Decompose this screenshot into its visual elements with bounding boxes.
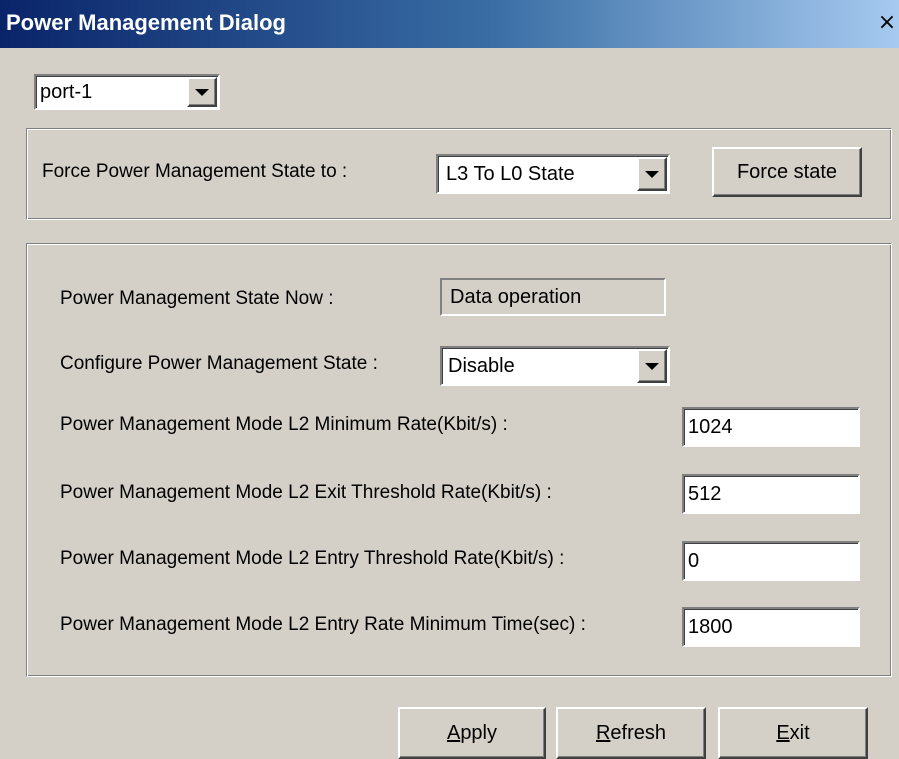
port-select[interactable]: port-1 bbox=[34, 74, 220, 110]
close-icon[interactable]: × bbox=[875, 10, 899, 36]
configure-state-select[interactable]: Disable bbox=[440, 346, 670, 386]
chevron-down-icon[interactable] bbox=[187, 77, 217, 107]
refresh-button[interactable]: Refresh bbox=[556, 707, 706, 759]
exit-label: xit bbox=[789, 721, 810, 744]
exit-accel: E bbox=[776, 721, 790, 744]
entry-threshold-label: Power Management Mode L2 Entry Threshold… bbox=[60, 548, 565, 569]
exit-button[interactable]: Exit bbox=[718, 707, 868, 759]
chevron-down-icon[interactable] bbox=[637, 157, 667, 191]
force-state-button[interactable]: Force state bbox=[712, 147, 862, 197]
entry-min-time-input[interactable]: 1800 bbox=[682, 607, 860, 647]
apply-accel: A bbox=[446, 721, 461, 744]
apply-label: pply bbox=[460, 721, 498, 744]
title-bar: Power Management Dialog bbox=[0, 0, 899, 48]
apply-button[interactable]: Apply bbox=[398, 707, 546, 759]
state-now-field: Data operation bbox=[440, 278, 666, 316]
chevron-down-icon[interactable] bbox=[637, 349, 667, 383]
refresh-accel: R bbox=[595, 721, 611, 744]
state-now-label: Power Management State Now : bbox=[60, 288, 334, 309]
force-state-label: Force Power Management State to : bbox=[42, 161, 348, 182]
entry-threshold-input[interactable]: 0 bbox=[682, 541, 860, 581]
refresh-label: efresh bbox=[610, 721, 667, 744]
port-select-value: port-1 bbox=[40, 80, 93, 103]
min-rate-label: Power Management Mode L2 Minimum Rate(Kb… bbox=[60, 414, 508, 435]
entry-min-time-label: Power Management Mode L2 Entry Rate Mini… bbox=[60, 614, 586, 635]
configure-state-select-value: Disable bbox=[448, 354, 515, 377]
force-state-select-value: L3 To L0 State bbox=[446, 162, 575, 185]
exit-threshold-input[interactable]: 512 bbox=[682, 474, 860, 514]
window-title: Power Management Dialog bbox=[6, 10, 286, 35]
exit-threshold-label: Power Management Mode L2 Exit Threshold … bbox=[60, 482, 552, 503]
force-state-select[interactable]: L3 To L0 State bbox=[436, 154, 670, 194]
min-rate-input[interactable]: 1024 bbox=[682, 407, 860, 447]
configure-state-label: Configure Power Management State : bbox=[60, 353, 378, 374]
